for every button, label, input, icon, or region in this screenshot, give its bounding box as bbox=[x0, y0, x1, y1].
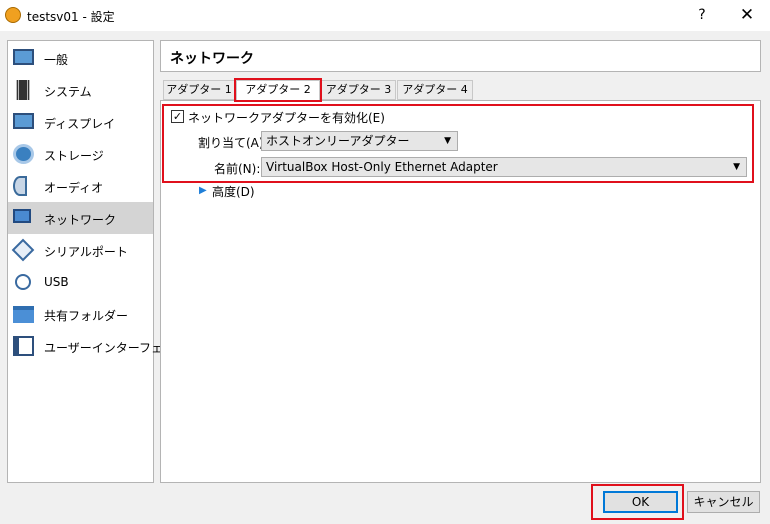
adapter-name-value: VirtualBox Host-Only Ethernet Adapter bbox=[266, 160, 498, 174]
cancel-button[interactable]: キャンセル bbox=[687, 491, 760, 513]
sidebar-item-display[interactable]: ディスプレイ bbox=[8, 106, 153, 138]
sidebar-item-label: シリアルポート bbox=[44, 245, 128, 259]
advanced-toggle[interactable]: 高度(D) bbox=[212, 183, 255, 200]
chevron-down-icon: ▼ bbox=[444, 136, 451, 146]
tab-adapter-2[interactable]: アダプター 2 bbox=[236, 80, 320, 101]
attached-to-select[interactable]: ホストオンリーアダプター ▼ bbox=[261, 131, 458, 151]
settings-sidebar: 一般 システム ディスプレイ ストレージ オーディオ ネットワーク シリアルポー… bbox=[7, 40, 186, 483]
sidebar-item-system[interactable]: システム bbox=[8, 74, 153, 106]
display-icon bbox=[13, 113, 34, 129]
serial-port-icon bbox=[11, 238, 35, 262]
sidebar-item-label: オーディオ bbox=[44, 181, 104, 195]
sidebar-item-label: システム bbox=[44, 85, 92, 99]
page-header: ネットワーク bbox=[160, 40, 761, 72]
tab-adapter-4[interactable]: アダプター 4 bbox=[397, 80, 473, 100]
general-icon bbox=[13, 49, 34, 65]
sidebar-item-shared-folders[interactable]: 共有フォルダー bbox=[8, 298, 153, 330]
enable-adapter-checkbox[interactable]: ✓ bbox=[171, 110, 184, 123]
sidebar-item-general[interactable]: 一般 bbox=[8, 42, 153, 74]
tab-adapter-1[interactable]: アダプター 1 bbox=[163, 80, 235, 100]
title-bar: testsv01 - 設定 ? ✕ bbox=[0, 0, 770, 31]
sidebar-item-label: ディスプレイ bbox=[44, 117, 116, 131]
sidebar-item-label: USB bbox=[44, 275, 69, 289]
expand-arrow-icon[interactable]: ▶ bbox=[199, 185, 207, 196]
chevron-down-icon: ▼ bbox=[733, 162, 740, 172]
adapter-name-label: 名前(N): bbox=[214, 162, 261, 176]
attached-to-value: ホストオンリーアダプター bbox=[266, 134, 410, 148]
window-title: testsv01 - 設定 bbox=[27, 10, 115, 24]
user-interface-icon bbox=[13, 336, 34, 356]
help-button[interactable]: ? bbox=[690, 5, 714, 25]
page-title: ネットワーク bbox=[170, 51, 254, 67]
audio-icon bbox=[13, 176, 27, 196]
shared-folder-icon bbox=[13, 306, 34, 323]
sidebar-item-label: ストレージ bbox=[44, 149, 104, 163]
sidebar-item-storage[interactable]: ストレージ bbox=[8, 138, 153, 170]
network-icon bbox=[13, 209, 31, 223]
adapter-name-select[interactable]: VirtualBox Host-Only Ethernet Adapter ▼ bbox=[261, 157, 747, 177]
sidebar-item-network[interactable]: ネットワーク bbox=[8, 202, 153, 234]
close-button[interactable]: ✕ bbox=[735, 5, 759, 25]
sidebar-item-audio[interactable]: オーディオ bbox=[8, 170, 153, 202]
sidebar-item-label: 共有フォルダー bbox=[44, 309, 129, 323]
enable-adapter-label: ネットワークアダプターを有効化(E) bbox=[188, 111, 385, 125]
usb-icon bbox=[15, 274, 31, 290]
storage-icon bbox=[13, 144, 34, 164]
app-icon bbox=[5, 7, 21, 23]
sidebar-item-label: ネットワーク bbox=[44, 213, 117, 227]
sidebar-item-serial-port[interactable]: シリアルポート bbox=[8, 234, 153, 266]
sidebar-item-label: 一般 bbox=[44, 53, 69, 67]
tab-adapter-3[interactable]: アダプター 3 bbox=[321, 80, 396, 100]
sidebar-item-usb[interactable]: USB bbox=[8, 266, 153, 298]
ok-button[interactable]: OK bbox=[603, 491, 678, 513]
attached-to-label: 割り当て(A): bbox=[198, 136, 268, 150]
system-icon bbox=[16, 80, 30, 100]
sidebar-item-user-interface[interactable]: ユーザーインターフェース bbox=[8, 330, 186, 362]
